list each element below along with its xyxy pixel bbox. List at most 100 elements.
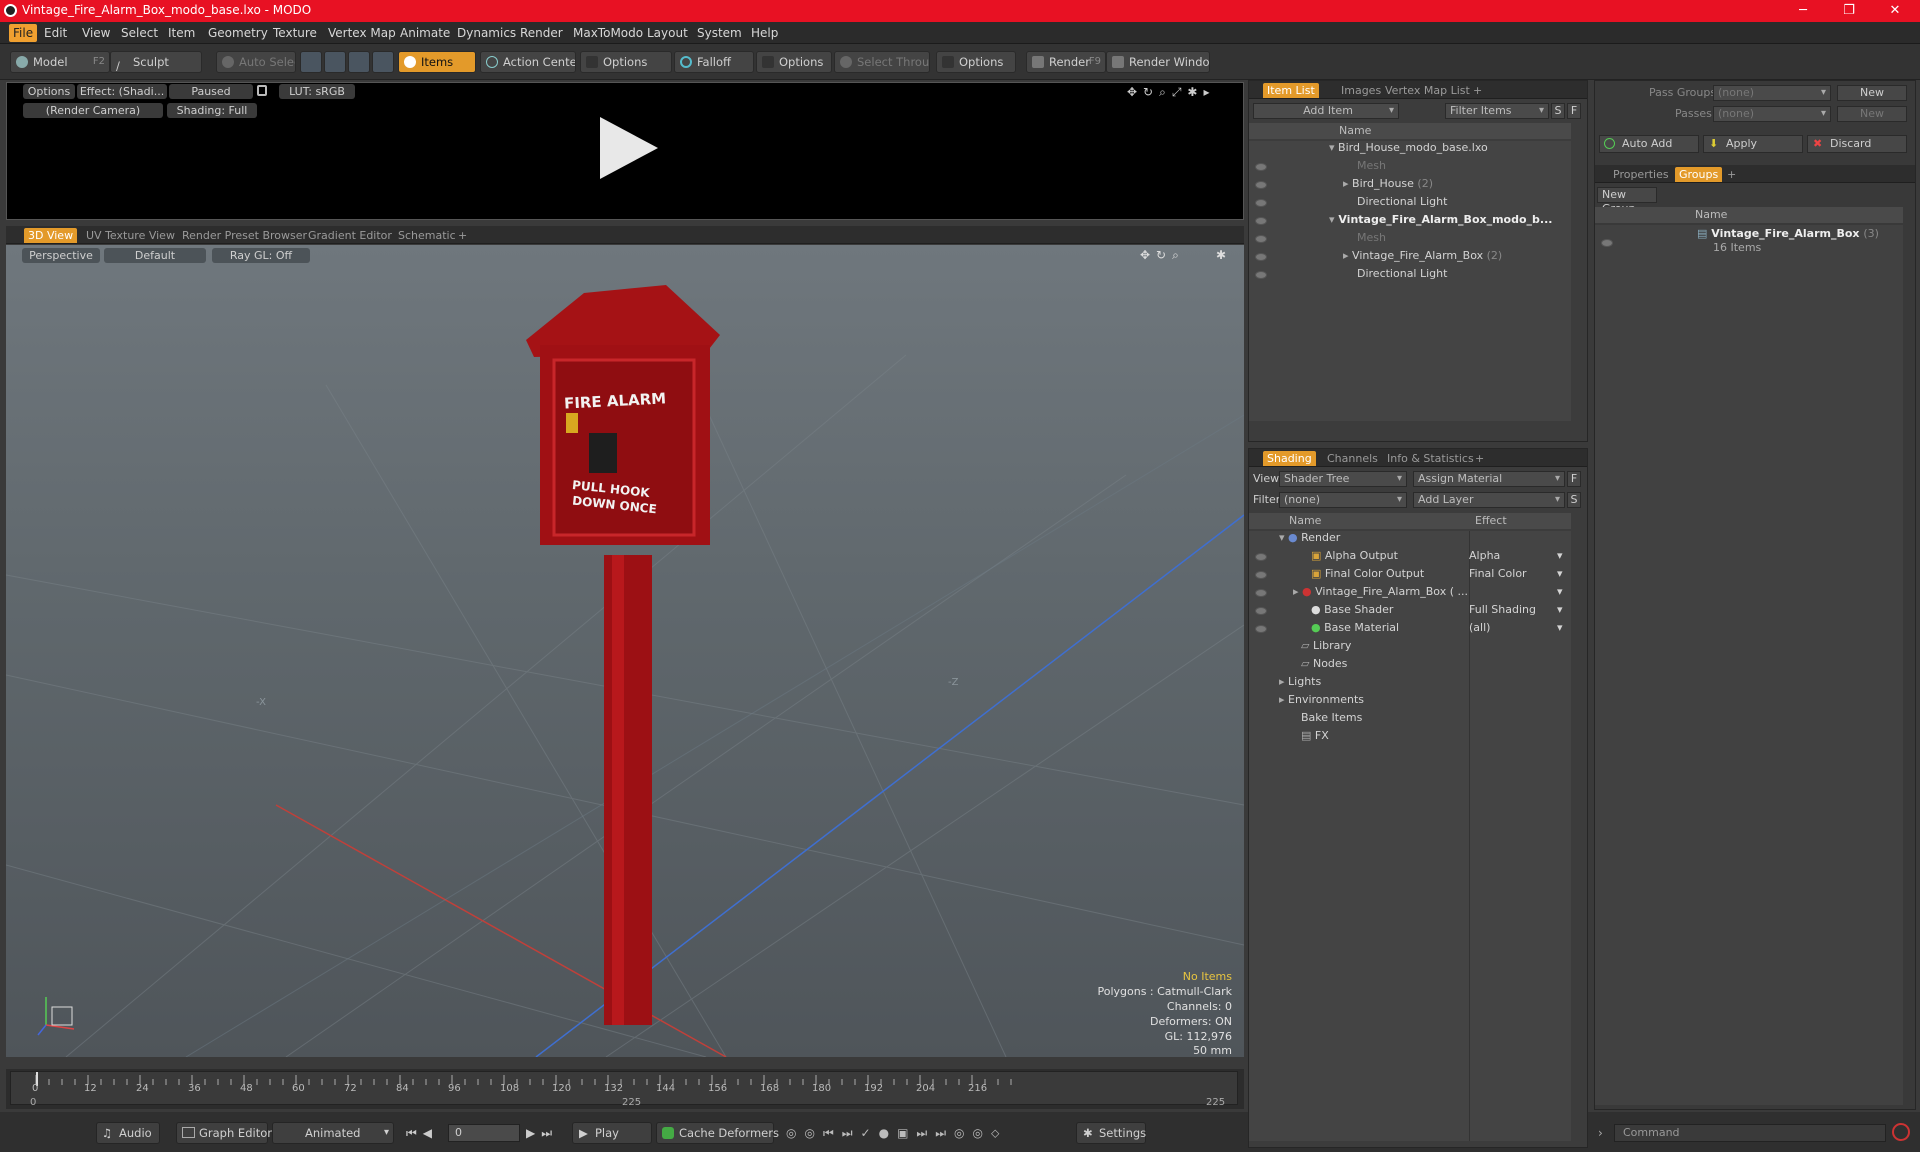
tree-row[interactable]: ▾ Vintage_Fire_Alarm_Box_modo_b... — [1329, 213, 1552, 231]
select-through-button[interactable]: Select Through — [834, 51, 930, 73]
shader-row[interactable]: ▣ Alpha Output Alpha ▾ — [1311, 549, 1569, 567]
render-button[interactable]: Render F9 — [1026, 51, 1106, 73]
materials-mode-button[interactable] — [372, 51, 394, 73]
shading-f-toggle[interactable]: F — [1567, 471, 1581, 487]
apply-button[interactable]: ⬇ Apply — [1703, 135, 1803, 153]
eye-icon[interactable] — [1255, 607, 1267, 615]
view-dropdown[interactable]: Shader Tree — [1279, 471, 1407, 487]
eye-icon[interactable] — [1255, 589, 1267, 597]
select-options-button[interactable]: Options — [936, 51, 1016, 73]
view-controls-icon[interactable]: ✥↻⌕⤢✱▸ — [1127, 85, 1216, 100]
shader-row[interactable]: ▸ ● Vintage_Fire_Alarm_Box ( ... ▾ — [1293, 585, 1569, 603]
add-tab-button[interactable]: + — [454, 228, 471, 243]
default-dropdown[interactable]: Default — [104, 248, 206, 263]
menu-render[interactable]: Render — [520, 26, 563, 40]
action-center-button[interactable]: Action Center — [480, 51, 576, 73]
add-tab-button[interactable]: + — [1723, 167, 1740, 182]
eye-icon[interactable] — [1255, 199, 1267, 207]
new-pass-button[interactable]: New — [1837, 106, 1907, 122]
model-mode-button[interactable]: Model F2 — [10, 51, 110, 73]
graph-editor-button[interactable]: Graph Editor — [176, 1122, 272, 1144]
tab-channels[interactable]: Channels — [1323, 451, 1382, 466]
render-options-button[interactable]: Options — [23, 84, 75, 99]
eye-icon[interactable] — [1255, 625, 1267, 633]
tree-row[interactable]: Directional Light — [1357, 267, 1447, 285]
menu-animate[interactable]: Animate — [400, 26, 450, 40]
settings-button[interactable]: ✱ Settings — [1076, 1122, 1146, 1144]
eye-icon[interactable] — [1255, 217, 1267, 225]
eye-icon[interactable] — [1601, 239, 1613, 247]
shader-row[interactable]: ▸ Environments — [1279, 693, 1364, 711]
menu-view[interactable]: View — [82, 26, 110, 40]
animated-dropdown[interactable]: Animated ▾ — [272, 1122, 394, 1144]
vertices-mode-button[interactable] — [300, 51, 322, 73]
eye-icon[interactable] — [1255, 235, 1267, 243]
tab-item-list[interactable]: Item List — [1263, 83, 1319, 98]
new-pass-group-button[interactable]: New — [1837, 85, 1907, 101]
edges-mode-button[interactable] — [324, 51, 346, 73]
tree-row[interactable]: Directional Light — [1357, 195, 1447, 213]
tab-gradient-editor[interactable]: Gradient Editor — [304, 228, 396, 243]
menu-item[interactable]: Item — [168, 26, 195, 40]
shader-row[interactable]: ● Base Material (all) ▾ — [1311, 621, 1569, 639]
tab-uv-texture-view[interactable]: UV Texture View — [82, 228, 179, 243]
tree-row[interactable]: Mesh — [1357, 159, 1386, 177]
gear-icon[interactable]: ✱ — [1216, 248, 1226, 262]
filter-toggle[interactable]: F — [1567, 103, 1581, 119]
shader-row[interactable]: ▱ Nodes — [1301, 657, 1347, 675]
menu-vertex-map[interactable]: Vertex Map — [328, 26, 396, 40]
eye-icon[interactable] — [1255, 571, 1267, 579]
eye-icon[interactable] — [1255, 253, 1267, 261]
search-toggle[interactable]: S — [1551, 103, 1565, 119]
shader-row[interactable]: ▱ Library — [1301, 639, 1351, 657]
assign-material-dropdown[interactable]: Assign Material — [1413, 471, 1565, 487]
tab-schematic[interactable]: Schematic — [394, 228, 460, 243]
falloff-button[interactable]: Falloff — [674, 51, 754, 73]
auto-add-button[interactable]: Auto Add — [1599, 135, 1699, 153]
raygl-dropdown[interactable]: Ray GL: Off — [212, 248, 310, 263]
play-button[interactable]: ▶ Play — [572, 1122, 652, 1144]
perspective-dropdown[interactable]: Perspective — [22, 248, 100, 263]
tab-images[interactable]: Images — [1337, 83, 1385, 98]
tab-render-preset-browser[interactable]: Render Preset Browser — [178, 228, 311, 243]
audio-button[interactable]: ♫ Audio — [96, 1122, 160, 1144]
shader-row[interactable]: ▣ Final Color Output Final Color ▾ — [1311, 567, 1569, 585]
new-group-button[interactable]: New Group — [1597, 187, 1657, 215]
eye-icon[interactable] — [1255, 271, 1267, 279]
maximize-button[interactable]: ❐ — [1826, 0, 1872, 22]
shader-row[interactable]: ▤ FX — [1301, 729, 1329, 747]
shading-dropdown[interactable]: Shading: Full — [167, 103, 257, 118]
tab-properties[interactable]: Properties — [1609, 167, 1673, 182]
auto-select-button[interactable]: Auto Select — [216, 51, 296, 73]
menu-texture[interactable]: Texture — [273, 26, 317, 40]
lock-icon[interactable] — [257, 85, 267, 96]
viewport-nav-icon[interactable]: ✥↻⌕ — [1140, 248, 1185, 263]
add-layer-dropdown[interactable]: Add Layer — [1413, 492, 1565, 508]
menu-edit[interactable]: Edit — [44, 26, 67, 40]
render-camera-dropdown[interactable]: (Render Camera) — [23, 103, 163, 118]
tree-row[interactable]: ▾ Bird_House_modo_base.lxo — [1329, 141, 1488, 159]
filter-items-field[interactable]: Filter Items — [1445, 103, 1549, 119]
sculpt-mode-button[interactable]: / Sculpt — [110, 51, 202, 73]
tree-row[interactable]: ▸ Bird_House (2) — [1343, 177, 1433, 195]
tree-row[interactable]: ▸ Vintage_Fire_Alarm_Box (2) — [1343, 249, 1502, 267]
record-icon[interactable] — [1892, 1123, 1910, 1141]
timeline[interactable]: 0 12 24 36 48 60 72 84 96 108 120 132 144 156 168 180 19… — [6, 1069, 1244, 1109]
add-tab-button[interactable]: + — [1471, 451, 1488, 466]
shader-row[interactable]: Bake Items — [1301, 711, 1362, 729]
shader-row[interactable]: ● Base Shader Full Shading ▾ — [1311, 603, 1569, 621]
eye-icon[interactable] — [1255, 163, 1267, 171]
frame-field[interactable]: 0 — [448, 1124, 520, 1142]
transport-keys-icon[interactable]: ◎◎⏮⏭✓●▣⏭⏭◎◎⬦ — [786, 1126, 1007, 1141]
tab-vertex-map-list[interactable]: Vertex Map List — [1381, 83, 1474, 98]
action-center-options-button[interactable]: Options — [580, 51, 672, 73]
play-icon[interactable] — [592, 113, 662, 183]
eye-icon[interactable] — [1255, 181, 1267, 189]
menu-help[interactable]: Help — [751, 26, 778, 40]
items-mode-button[interactable]: Items — [398, 51, 476, 73]
tree-row[interactable]: Mesh — [1357, 231, 1386, 249]
menu-select[interactable]: Select — [121, 26, 158, 40]
add-item-dropdown[interactable]: Add Item — [1253, 103, 1399, 119]
discard-button[interactable]: ✖ Discard — [1807, 135, 1907, 153]
menu-maxtomodo[interactable]: MaxToModo — [573, 26, 643, 40]
